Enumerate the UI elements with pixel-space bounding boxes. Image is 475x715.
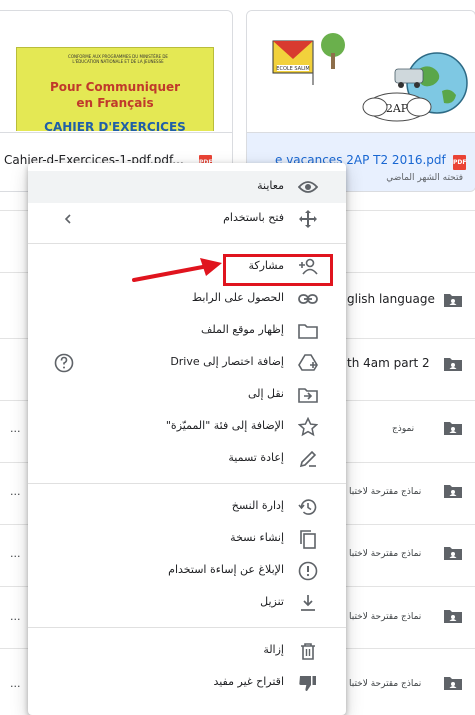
shared-folder-icon — [444, 358, 462, 371]
menu-item-label: معاينة — [257, 179, 284, 192]
list-item-title: نماذج مقترحة لاختبا — [349, 487, 422, 497]
menu-item-make-copy[interactable]: إنشاء نسخة — [28, 523, 346, 555]
book-cover-title-3: CAHIER D'EXERCICES — [44, 120, 186, 131]
trash-icon — [301, 643, 315, 660]
context-menu: معاينة فتح باستخدام مشاركة الحصول على ال… — [28, 163, 346, 715]
menu-item-show-location[interactable]: إظهار موقع الملف — [28, 315, 346, 347]
menu-item-label: إزالة — [263, 643, 284, 656]
menu-item-label: إدارة النسخ — [231, 499, 284, 512]
menu-item-label: الإبلاغ عن إساءة استخدام — [168, 563, 284, 576]
menu-item-remove[interactable]: إزالة — [28, 635, 346, 667]
pdf-icon: PDF — [453, 155, 466, 170]
link-icon — [298, 294, 318, 304]
pencil-icon — [299, 450, 317, 468]
vacances-illustration: ECOLE SALIM 2AP — [272, 33, 468, 122]
row-ellipsis: ... — [10, 422, 21, 435]
menu-separator — [28, 627, 346, 628]
folder-icon — [298, 324, 318, 339]
svg-text:ECOLE SALIM: ECOLE SALIM — [276, 66, 309, 72]
menu-item-download[interactable]: تنزيل — [28, 587, 346, 619]
menu-item-label: اقتراح غير مفيد — [213, 675, 284, 688]
shared-folder-icon — [444, 294, 462, 307]
move-to-icon — [298, 388, 318, 403]
chevron-left-icon — [64, 214, 71, 224]
book-cover-title-1: Pour Communiquer — [49, 80, 181, 94]
menu-item-move-to[interactable]: نقل إلى — [28, 379, 346, 411]
list-item-title: نماذج مقترحة لاختبا — [349, 549, 422, 559]
menu-item-label: إنشاء نسخة — [230, 531, 284, 544]
menu-item-label: إعادة تسمية — [228, 451, 284, 464]
file-subtitle: فتحته الشهر الماضي — [386, 173, 463, 183]
menu-item-label: نقل إلى — [247, 387, 284, 400]
shared-folder-icon — [444, 485, 462, 498]
help-icon[interactable] — [54, 353, 74, 373]
annotation-arrow — [132, 258, 222, 282]
add-shortcut-icon — [298, 354, 318, 371]
shared-folder-icon — [444, 610, 462, 623]
shared-folder-icon — [444, 422, 462, 435]
report-icon — [298, 561, 318, 581]
menu-item-open-with[interactable]: فتح باستخدام — [28, 203, 346, 235]
menu-item-label: فتح باستخدام — [223, 211, 284, 224]
menu-item-star[interactable]: الإضافة إلى فئة "المميّزة" — [28, 411, 346, 443]
menu-item-label: إضافة اختصار إلى Drive — [170, 355, 284, 368]
svg-text:2AP: 2AP — [386, 102, 409, 115]
list-item-title: th 4am part 2 — [347, 356, 430, 370]
menu-item-label: تنزيل — [260, 595, 284, 608]
row-ellipsis: ... — [10, 610, 21, 623]
thumbs-down-icon — [299, 676, 316, 691]
list-item-title: نموذج — [392, 424, 415, 434]
eye-icon — [298, 181, 318, 193]
shared-folder-icon — [444, 547, 462, 560]
menu-item-add-shortcut[interactable]: إضافة اختصار إلى Drive — [28, 347, 346, 379]
list-item-title: نماذج مقترحة لاختبا — [349, 679, 422, 689]
menu-item-not-helpful[interactable]: اقتراح غير مفيد — [28, 667, 346, 699]
file-thumbnail: ECOLE SALIM 2AP — [247, 11, 475, 131]
star-icon — [298, 417, 318, 437]
list-item-title: نماذج مقترحة لاختبا — [349, 612, 422, 622]
book-cover-title-2: en Français — [76, 96, 154, 110]
row-ellipsis: ... — [10, 677, 21, 690]
list-item-title: glish language — [347, 292, 435, 306]
copy-icon — [300, 530, 316, 549]
menu-item-preview[interactable]: معاينة — [28, 171, 346, 203]
download-icon — [301, 595, 315, 611]
menu-item-rename[interactable]: إعادة تسمية — [28, 443, 346, 475]
menu-item-label: الإضافة إلى فئة "المميّزة" — [165, 419, 284, 432]
menu-item-label: إظهار موقع الملف — [200, 323, 284, 336]
file-thumbnail: CONFORME AUX PROGRAMMES DU MINISTÈRE DE … — [0, 11, 232, 131]
book-cover-header: CONFORME AUX PROGRAMMES DU MINISTÈRE DE … — [68, 54, 168, 64]
annotation-highlight-box — [223, 254, 333, 286]
row-ellipsis: ... — [10, 485, 21, 498]
menu-item-label: الحصول على الرابط — [191, 291, 284, 304]
menu-separator — [28, 243, 346, 244]
row-ellipsis: ... — [10, 547, 21, 560]
menu-item-manage-versions[interactable]: إدارة النسخ — [28, 491, 346, 523]
history-icon — [298, 499, 317, 515]
open-with-icon — [299, 210, 317, 228]
book-cover: CONFORME AUX PROGRAMMES DU MINISTÈRE DE … — [16, 47, 214, 131]
menu-item-get-link[interactable]: الحصول على الرابط — [28, 283, 346, 315]
shared-folder-icon — [444, 677, 462, 690]
menu-item-report-abuse[interactable]: الإبلاغ عن إساءة استخدام — [28, 555, 346, 587]
menu-separator — [28, 483, 346, 484]
